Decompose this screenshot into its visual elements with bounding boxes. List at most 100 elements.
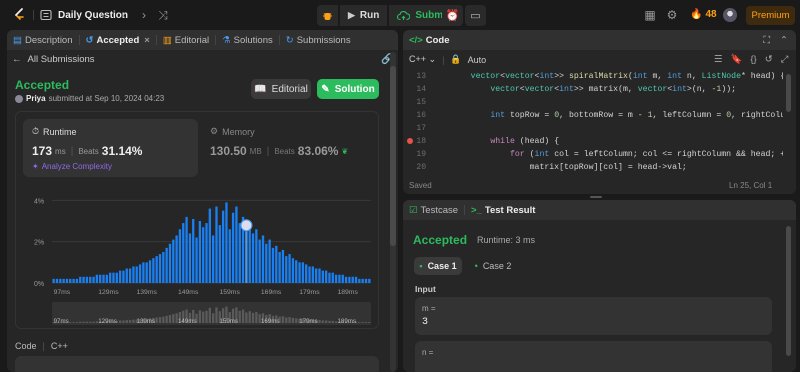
user-avatar[interactable] bbox=[723, 8, 737, 22]
gear-icon[interactable]: ⚙ bbox=[664, 7, 680, 23]
chart-bar[interactable] bbox=[268, 239, 271, 283]
chart-bar[interactable] bbox=[122, 270, 125, 283]
chart-bar[interactable] bbox=[281, 249, 285, 283]
chart-bar[interactable] bbox=[265, 243, 268, 283]
chart-bar[interactable] bbox=[145, 262, 148, 283]
runtime-card[interactable]: ⏱ Runtime 173 ms | Beats 31.14% ✦ Analyz… bbox=[23, 119, 198, 177]
chart-bar[interactable] bbox=[231, 212, 235, 283]
chart-bar[interactable] bbox=[368, 278, 371, 283]
chart-bar[interactable] bbox=[354, 276, 358, 283]
chart-bar[interactable] bbox=[72, 278, 75, 283]
chart-bar[interactable] bbox=[285, 256, 288, 283]
chart-bar[interactable] bbox=[112, 272, 115, 283]
mode-label[interactable]: Auto bbox=[468, 55, 487, 65]
chart-bar[interactable] bbox=[158, 254, 162, 283]
notes-button[interactable]: ▭ bbox=[465, 5, 486, 26]
chart-bar[interactable] bbox=[125, 268, 128, 283]
case-1-tab[interactable]: • Case 1 bbox=[414, 257, 462, 275]
chart-bar[interactable] bbox=[62, 278, 65, 283]
prev-question-icon[interactable]: ‹ bbox=[116, 7, 132, 23]
chart-bar[interactable] bbox=[238, 223, 241, 283]
chart-bar[interactable] bbox=[361, 278, 364, 283]
chart-bar[interactable] bbox=[298, 262, 301, 283]
chart-bar[interactable] bbox=[152, 258, 155, 283]
chart-bar[interactable] bbox=[192, 218, 195, 283]
chart-bar[interactable] bbox=[315, 268, 318, 283]
daily-question-link[interactable]: Daily Question bbox=[40, 9, 128, 21]
chart-bar[interactable] bbox=[85, 276, 89, 283]
chart-bar[interactable] bbox=[185, 216, 188, 283]
chart-bar[interactable] bbox=[288, 254, 291, 283]
next-question-icon[interactable]: › bbox=[136, 7, 152, 23]
chart-bar[interactable] bbox=[155, 256, 158, 283]
chart-bar[interactable] bbox=[295, 260, 298, 283]
chart-bar[interactable] bbox=[175, 235, 178, 283]
chart-bar[interactable] bbox=[275, 245, 278, 283]
chart-bar[interactable] bbox=[205, 223, 208, 283]
chart-bar[interactable] bbox=[311, 266, 315, 283]
chart-bar[interactable] bbox=[65, 278, 69, 283]
timer-button[interactable]: ⏰ bbox=[442, 5, 463, 26]
tab-accepted[interactable]: ↺ Accepted × bbox=[80, 35, 156, 46]
chart-bar[interactable] bbox=[142, 262, 145, 283]
chart-bar[interactable] bbox=[168, 243, 172, 283]
tab-testcase[interactable]: ☑ Testcase bbox=[403, 205, 464, 216]
editorial-button[interactable]: 📖 Editorial bbox=[251, 79, 311, 99]
your-submission-marker[interactable] bbox=[240, 219, 253, 232]
chart-bar[interactable] bbox=[89, 276, 92, 283]
chart-bar[interactable] bbox=[82, 276, 85, 283]
solution-button[interactable]: ✎ Solution bbox=[317, 79, 379, 99]
shuffle-icon[interactable]: ⤨ bbox=[155, 7, 171, 23]
submitter-name[interactable]: Priya bbox=[26, 94, 46, 103]
tab-solutions[interactable]: ⚗ Solutions bbox=[216, 35, 279, 46]
chart-bar[interactable] bbox=[182, 223, 185, 283]
language-select[interactable]: C++ ⌄ bbox=[409, 54, 436, 65]
chart-bar[interactable] bbox=[328, 272, 331, 283]
chart-bar[interactable] bbox=[324, 270, 328, 283]
chart-bar[interactable] bbox=[258, 239, 261, 283]
memory-card[interactable]: ⚙ Memory 130.50 MB | Beats 83.06% ❦ bbox=[206, 119, 373, 177]
chart-bar[interactable] bbox=[228, 229, 231, 283]
chart-bar[interactable] bbox=[188, 233, 192, 283]
expand-icon[interactable]: ⤢ bbox=[781, 54, 789, 65]
reset-icon[interactable]: ↺ bbox=[765, 54, 773, 65]
chart-bar[interactable] bbox=[102, 274, 105, 283]
chart-bar[interactable] bbox=[255, 229, 258, 283]
chart-bar[interactable] bbox=[278, 252, 281, 283]
chart-bar[interactable] bbox=[321, 270, 324, 283]
chart-bar[interactable] bbox=[79, 276, 82, 283]
tab-editorial[interactable]: ▥ Editorial bbox=[157, 35, 215, 46]
chart-bar[interactable] bbox=[95, 274, 99, 283]
chart-bar[interactable] bbox=[271, 247, 275, 283]
chart-bar[interactable] bbox=[248, 225, 251, 283]
chart-bar[interactable] bbox=[301, 262, 305, 283]
chart-bar[interactable] bbox=[198, 221, 202, 283]
chart-bar[interactable] bbox=[195, 237, 198, 283]
chart-bar[interactable] bbox=[128, 268, 132, 283]
chart-bar[interactable] bbox=[99, 274, 102, 283]
chart-bar[interactable] bbox=[218, 225, 221, 283]
tab-description[interactable]: ▤ Description bbox=[7, 35, 79, 46]
format-icon[interactable]: ☰ bbox=[714, 54, 723, 65]
chart-bar[interactable] bbox=[118, 270, 122, 283]
chart-bar[interactable] bbox=[138, 264, 142, 283]
premium-button[interactable]: Premium bbox=[746, 6, 795, 25]
streak-counter[interactable]: 🔥 48 bbox=[690, 9, 717, 20]
chart-bar[interactable] bbox=[344, 276, 348, 283]
chart-bar[interactable] bbox=[221, 210, 225, 283]
left-panel-scrollbar[interactable] bbox=[390, 66, 396, 246]
tab-test-result[interactable]: >_ Test Result bbox=[465, 205, 541, 216]
chart-bar[interactable] bbox=[291, 258, 295, 283]
chart-bar[interactable] bbox=[172, 239, 175, 283]
chart-bar[interactable] bbox=[52, 278, 55, 283]
chart-bar[interactable] bbox=[105, 274, 108, 283]
chart-bar[interactable] bbox=[59, 278, 62, 283]
chart-bar[interactable] bbox=[178, 229, 182, 283]
layout-grid-icon[interactable]: ▦ bbox=[642, 7, 658, 23]
chart-bar[interactable] bbox=[225, 202, 228, 283]
chart-bar[interactable] bbox=[211, 235, 215, 283]
code-area[interactable]: vector<vector<int>> spiralMatrix(int m, … bbox=[403, 70, 783, 172]
chart-bar[interactable] bbox=[261, 235, 265, 283]
close-tab-icon[interactable]: × bbox=[144, 35, 150, 46]
breakpoint-marker[interactable] bbox=[407, 138, 413, 144]
